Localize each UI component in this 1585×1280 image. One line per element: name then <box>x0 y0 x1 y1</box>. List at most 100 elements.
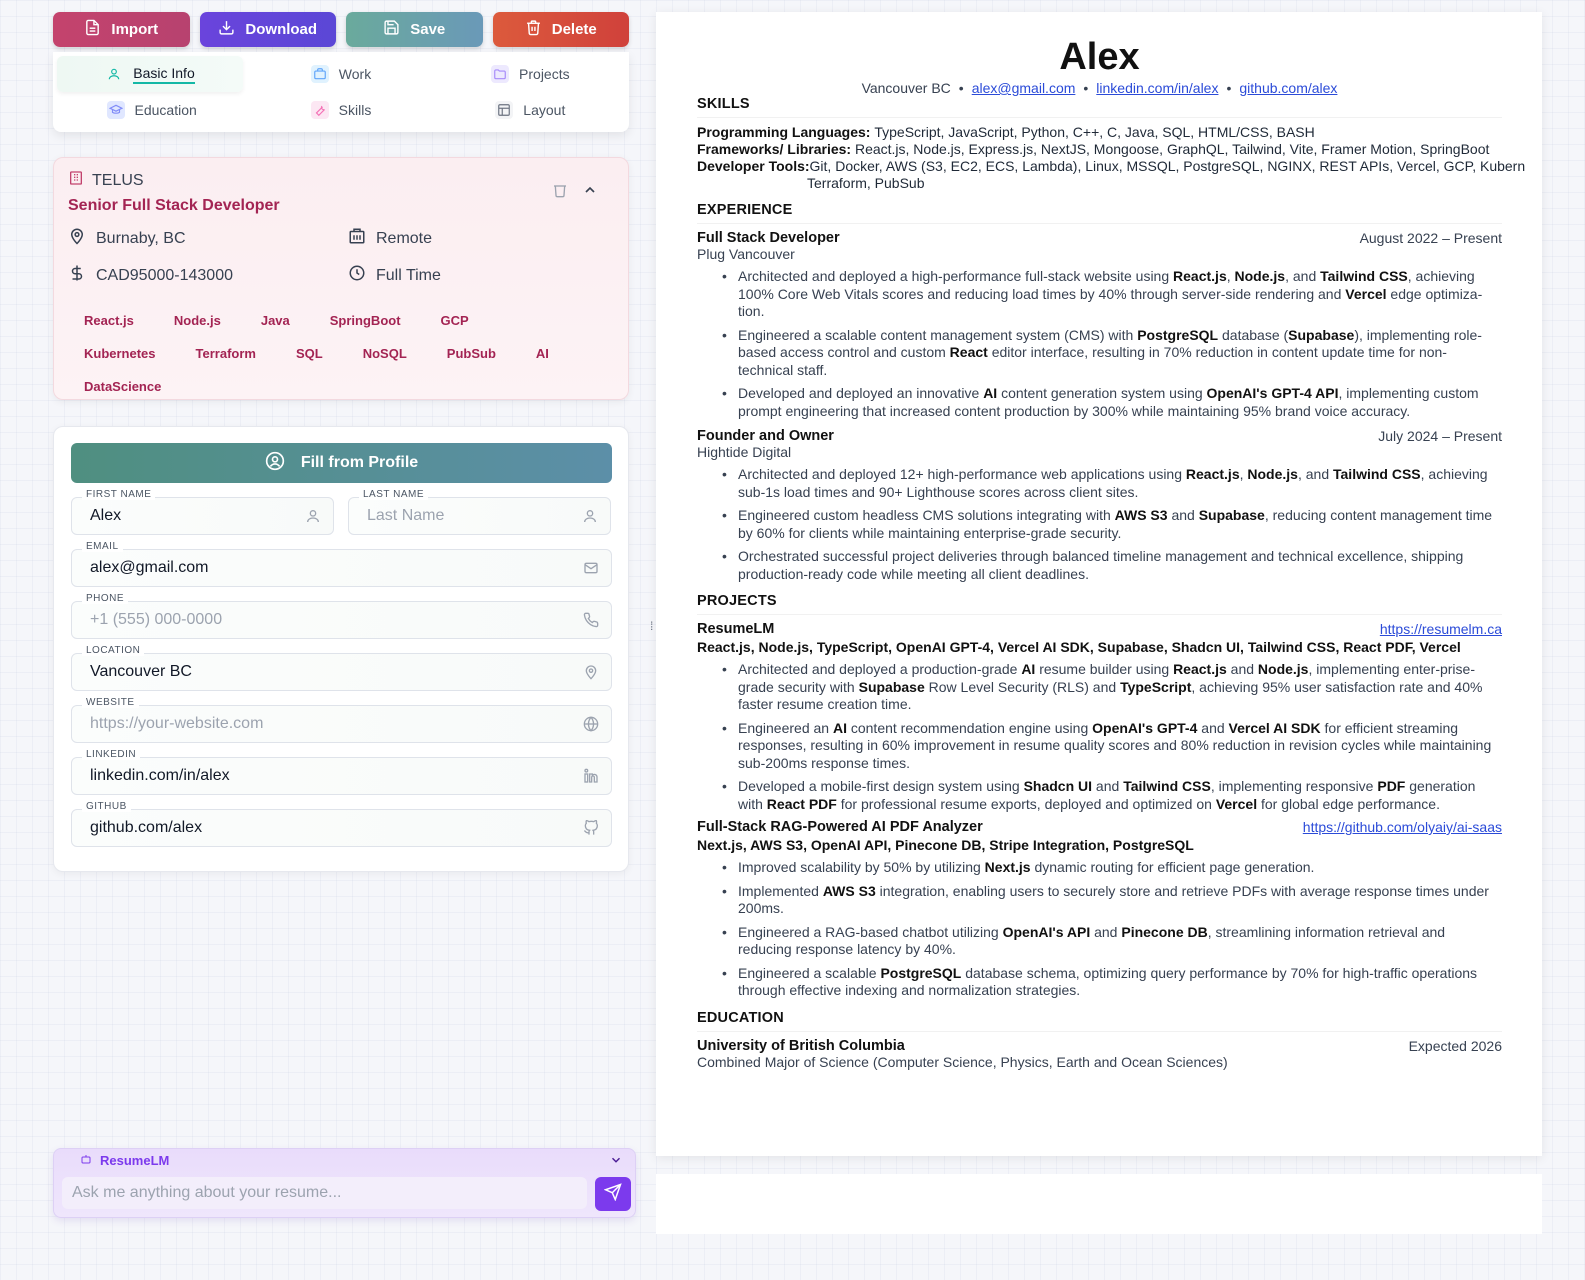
tab-projects[interactable]: Projects <box>436 56 625 92</box>
import-label: Import <box>111 21 159 38</box>
location-field: LOCATION <box>71 645 612 691</box>
education-heading: EDUCATION <box>697 1009 784 1026</box>
project-bullet: Implemented AWS S3 integration, enabling… <box>697 883 1502 918</box>
chat-title: ResumeLM <box>100 1152 170 1168</box>
briefcase-icon <box>310 65 329 83</box>
tab-skills[interactable]: Skills <box>246 92 435 128</box>
folder-icon <box>491 65 510 83</box>
phone-input[interactable] <box>90 602 569 638</box>
exp-bullet: Architected and deployed a high-performa… <box>697 268 1502 321</box>
resume-preview: Alex Vancouver BC • alex@gmail.com • linkedi… <box>656 12 1542 1156</box>
skill-chip: React.js <box>84 313 134 328</box>
job-salary: CAD95000-143000 <box>68 264 348 287</box>
trash-icon <box>525 19 542 40</box>
phone-icon <box>583 612 599 628</box>
ai-chat-panel: ResumeLM <box>53 1148 636 1218</box>
exp-date: July 2024 – Present <box>1378 428 1502 444</box>
project-link[interactable]: https://resumelm.ca <box>1380 621 1502 637</box>
resume-contact: Vancouver BC • alex@gmail.com • linkedin.com… <box>861 80 1338 96</box>
tab-work[interactable]: Work <box>246 56 435 92</box>
globe-icon <box>583 716 599 732</box>
exp-company: Plug Vancouver <box>697 246 795 262</box>
project-tech: Next.js, AWS S3, OpenAI API, Pinecone DB… <box>697 837 1194 853</box>
save-button[interactable]: Save <box>346 12 483 47</box>
tab-label: Education <box>134 102 197 118</box>
download-button[interactable]: Download <box>199 12 336 47</box>
phone-field: PHONE <box>71 593 612 639</box>
resume-linkedin-link[interactable]: linkedin.com/in/alex <box>1096 80 1218 96</box>
wrench-icon <box>310 101 329 119</box>
project-name: Full-Stack RAG-Powered AI PDF Analyzer <box>697 819 983 835</box>
chat-header[interactable]: ResumeLM <box>54 1149 635 1171</box>
projects-heading: PROJECTS <box>697 593 777 609</box>
tab-education[interactable]: Education <box>57 92 246 128</box>
project-name: ResumeLM <box>697 621 775 637</box>
chevron-down-icon[interactable] <box>609 1153 623 1172</box>
skills-heading: SKILLS <box>697 96 750 112</box>
fill-from-profile-button[interactable]: Fill from Profile <box>71 443 612 483</box>
job-salary-text: CAD95000-143000 <box>96 266 233 284</box>
edu-date: Expected 2026 <box>1408 1037 1502 1054</box>
tab-layout[interactable]: Layout <box>436 92 625 128</box>
job-title: Senior Full Stack Developer <box>68 197 280 214</box>
skill-chip: GCP <box>440 313 469 328</box>
resume-github-link[interactable]: github.com/alex <box>1239 80 1337 96</box>
job-type-text: Full Time <box>376 266 441 284</box>
basic-info-form: Fill from Profile FIRST NAME LAST NAME E… <box>53 426 629 872</box>
job-location: Burnaby, BC <box>68 227 348 250</box>
import-button[interactable]: Import <box>53 12 190 47</box>
website-input[interactable] <box>90 706 569 742</box>
edu-school: University of British Columbia <box>697 1037 905 1054</box>
tab-label: Layout <box>523 102 566 118</box>
job-work-mode-text: Remote <box>376 229 433 247</box>
exp-bullet: Orchestrated successful project deliveri… <box>697 548 1502 583</box>
location-input[interactable] <box>90 654 569 690</box>
skill-chip: SpringBoot <box>329 313 401 328</box>
company-row: TELUS <box>68 170 614 191</box>
last-name-input[interactable] <box>367 498 568 534</box>
linkedin-input[interactable] <box>90 758 569 794</box>
exp-bullet: Developed and deployed an innovative AI … <box>697 385 1502 420</box>
building-icon <box>348 227 366 250</box>
resize-handle-icon[interactable]: ⁞ <box>650 619 653 633</box>
resume-email-link[interactable]: alex@gmail.com <box>972 80 1076 96</box>
bot-icon <box>80 1153 92 1168</box>
resume-location: Vancouver BC <box>861 80 951 96</box>
delete-button[interactable]: Delete <box>492 12 629 47</box>
building-icon <box>68 170 84 191</box>
send-button[interactable] <box>595 1177 631 1211</box>
floppy-disk-icon <box>383 19 400 40</box>
tab-label: Basic Info <box>133 65 195 84</box>
trash-icon[interactable] <box>552 182 568 203</box>
chat-input[interactable] <box>62 1177 587 1209</box>
edu-degree: Combined Major of Science (Computer Scie… <box>697 1053 1228 1070</box>
tab-label: Work <box>338 66 372 82</box>
save-label: Save <box>410 21 446 38</box>
first-name-field: FIRST NAME <box>71 489 334 535</box>
github-input[interactable] <box>90 810 569 846</box>
user-circle-icon <box>265 451 285 476</box>
email-field: EMAIL <box>71 541 612 587</box>
exp-title: Founder and Owner <box>697 428 834 444</box>
education-item: University of British Columbia Expected 2… <box>697 1038 1502 1070</box>
exp-date: August 2022 – Present <box>1359 230 1502 246</box>
user-icon <box>305 508 321 524</box>
tab-basic-info[interactable]: Basic Info <box>57 56 243 92</box>
experience-heading: EXPERIENCE <box>697 202 793 218</box>
tab-label: Skills <box>338 102 372 118</box>
project-link[interactable]: https://github.com/olyaiy/ai-saas <box>1303 819 1502 835</box>
tab-label: Projects <box>519 66 570 82</box>
delete-label: Delete <box>551 21 597 38</box>
exp-bullet: Engineered a scalable content management… <box>697 327 1502 380</box>
skill-chip: Kubernetes <box>84 346 156 361</box>
project-bullet: Engineered a RAG-based chatbot utilizing… <box>697 924 1502 959</box>
email-input[interactable] <box>90 550 569 586</box>
company-name: TELUS <box>92 171 144 189</box>
clock-icon <box>348 264 366 287</box>
skill-chip: SQL <box>295 346 323 361</box>
file-icon <box>84 19 101 40</box>
job-work-mode: Remote <box>348 227 598 250</box>
chevron-up-icon[interactable] <box>582 182 598 203</box>
skill-chips: React.js Node.js Java SpringBoot GCP Kub… <box>68 311 588 396</box>
first-name-input[interactable] <box>90 498 291 534</box>
